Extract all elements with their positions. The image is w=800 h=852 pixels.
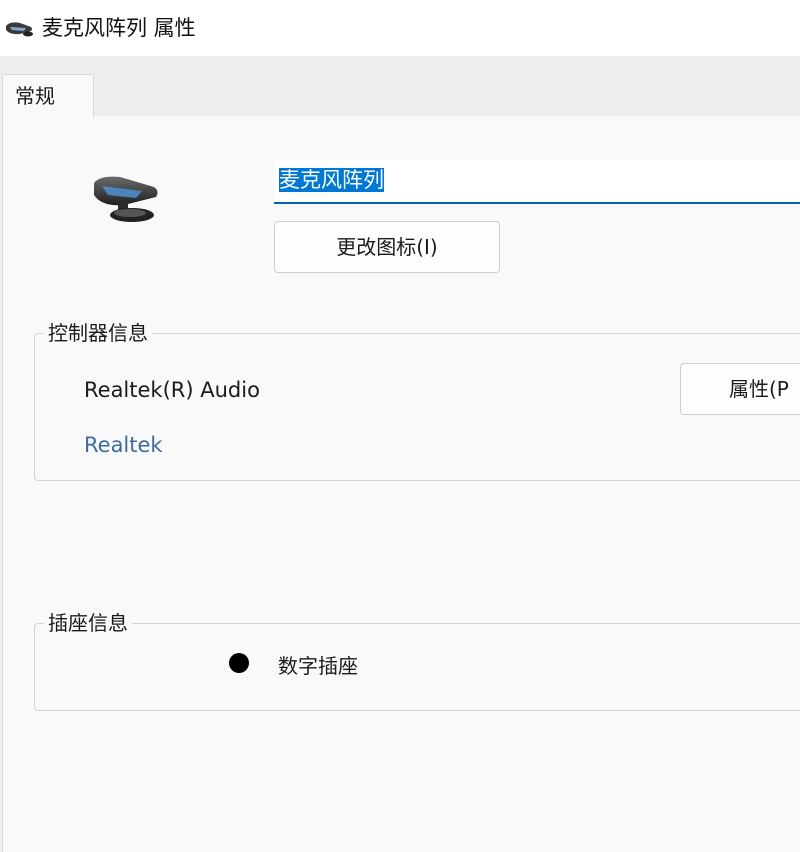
webcam-microphone-icon [94, 176, 158, 222]
jack-label: 数字插座 [278, 654, 358, 678]
controller-name: Realtek(R) Audio [84, 378, 260, 402]
manufacturer-link[interactable]: Realtek [84, 431, 163, 459]
properties-button[interactable]: 属性(P [680, 363, 800, 415]
device-name-text: 麦克风阵列 [279, 168, 384, 192]
tab-general[interactable]: 常规 [2, 74, 94, 118]
change-icon-button[interactable]: 更改图标(I) [274, 221, 500, 273]
webcam-microphone-icon [6, 22, 33, 37]
jack-color-dot [229, 653, 249, 673]
window-title: 麦克风阵列 属性 [42, 16, 196, 40]
tab-strip [0, 56, 800, 116]
jack-info-group [34, 623, 800, 711]
jack-info-legend: 插座信息 [44, 610, 132, 636]
controller-info-legend: 控制器信息 [44, 320, 152, 346]
device-name-field[interactable]: 麦克风阵列 [274, 160, 800, 204]
tab-general-label: 常规 [15, 84, 55, 108]
title-bar: 麦克风阵列 属性 [0, 0, 800, 56]
